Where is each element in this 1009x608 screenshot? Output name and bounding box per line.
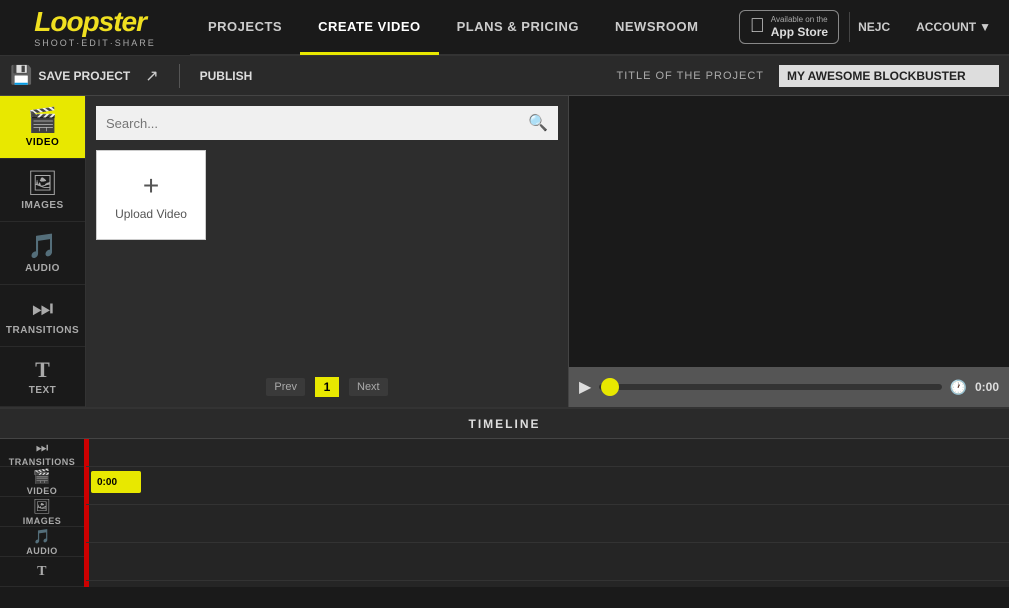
nav-item-projects[interactable]: PROJECTS [190,1,300,55]
content-body: 🎬 VIDEO 🖼 IMAGES 🎵 AUDIO ⏭ TRANSITIONS T… [0,96,1009,407]
logo: Loopster SHOOT·EDIT·SHARE [0,0,190,55]
search-icon: 🔍 [528,115,548,132]
nav-links: PROJECTS CREATE VIDEO PLANS & PRICING NE… [190,0,739,54]
timeline-body: ⏭ TRANSITIONS 🎬 VIDEO 🖼 IMAGES 🎵 AUDIO T [0,439,1009,587]
tl-track-images[interactable]: 🖼 IMAGES [0,497,84,527]
sidebar-item-transitions[interactable]: ⏭ TRANSITIONS [0,285,85,347]
playback-bar: ▶ 🕐 0:00 [569,367,1009,407]
tl-video-label: VIDEO [27,486,58,496]
images-track-row [86,505,1009,543]
progress-track[interactable] [599,384,941,390]
tl-transitions-label: TRANSITIONS [9,457,76,467]
toolbar-divider [179,64,180,88]
timeline-section: TIMELINE ⏭ TRANSITIONS 🎬 VIDEO 🖼 IMAGES … [0,407,1009,587]
text-icon: T [35,357,50,383]
video-icon: 🎬 [28,106,58,135]
save-label: SAVE PROJECT [38,69,130,83]
video-clip[interactable]: 0:00 [91,471,141,493]
sidebar-item-text[interactable]: T TEXT [0,347,85,407]
progress-handle[interactable] [601,378,619,396]
images-icon: 🖼 [27,169,57,198]
tl-track-text[interactable]: T [0,557,84,587]
images-label: IMAGES [21,200,63,211]
title-label: TITLE OF THE PROJECT [616,70,764,82]
search-bar: 🔍 [96,106,558,140]
content-panel: 🔍 + Upload Video Prev 1 Next [86,96,569,407]
save-icon: 💾 [10,65,32,86]
audio-track-row [86,543,1009,581]
transitions-label: TRANSITIONS [6,325,79,336]
account-button[interactable]: ACCOUNT ▼ [908,20,999,34]
logo-subtitle: SHOOT·EDIT·SHARE [34,38,156,48]
video-label: VIDEO [26,137,60,148]
upload-video-button[interactable]: + Upload Video [96,150,206,240]
pagination: Prev 1 Next [96,377,558,397]
sidebar-item-video[interactable]: 🎬 VIDEO [0,96,85,159]
next-page-button[interactable]: Next [349,378,388,396]
timeline-header: TIMELINE [0,409,1009,439]
available-label: Available on the [771,15,828,25]
timeline-sidebar: ⏭ TRANSITIONS 🎬 VIDEO 🖼 IMAGES 🎵 AUDIO T [0,439,86,587]
tl-track-audio[interactable]: 🎵 AUDIO [0,527,84,557]
sidebar-item-images[interactable]: 🖼 IMAGES [0,159,85,222]
time-icon: 🕐 [950,379,967,396]
video-track-row: 0:00 [86,467,1009,505]
tl-images-icon: 🖼 [33,498,51,515]
video-preview: ▶ 🕐 0:00 [569,96,1009,407]
tl-transitions-icon: ⏭ [36,439,49,456]
transitions-icon: ⏭ [32,295,54,323]
nav-item-newsroom[interactable]: NEWSROOM [597,1,716,55]
search-input[interactable] [96,109,518,138]
upload-label: Upload Video [115,207,187,221]
project-title-input[interactable] [779,65,999,87]
chevron-down-icon: ▼ [979,20,991,34]
timeline-tracks: 0:00 [86,439,1009,587]
clip-time: 0:00 [97,477,117,488]
nav-item-create-video[interactable]: CREATE VIDEO [300,1,439,55]
upload-area: + Upload Video [96,150,558,367]
audio-label: AUDIO [25,263,60,274]
plus-icon: + [143,170,159,202]
tl-text-label: T [37,564,47,580]
play-button[interactable]: ▶ [579,377,591,397]
left-sidebar: 🎬 VIDEO 🖼 IMAGES 🎵 AUDIO ⏭ TRANSITIONS T… [0,96,86,407]
timeline-title: TIMELINE [469,417,541,431]
tl-audio-icon: 🎵 [33,528,50,545]
export-icon[interactable]: ↗ [145,66,158,86]
app-store-button[interactable]:  Available on the App Store [739,10,839,44]
top-navigation: Loopster SHOOT·EDIT·SHARE PROJECTS CREAT… [0,0,1009,56]
tl-video-icon: 🎬 [33,468,50,485]
sidebar-item-audio[interactable]: 🎵 AUDIO [0,222,85,285]
tl-track-transitions[interactable]: ⏭ TRANSITIONS [0,439,84,467]
publish-label: PUBLISH [200,69,253,83]
toolbar: 💾 SAVE PROJECT ↗ PUBLISH TITLE OF THE PR… [0,56,1009,96]
transitions-track-row [86,439,1009,467]
nav-item-plans[interactable]: PLANS & PRICING [439,1,597,55]
tl-images-label: IMAGES [23,516,62,526]
save-project-button[interactable]: 💾 SAVE PROJECT [10,65,130,86]
logo-text: Loopster [34,6,156,38]
time-display: 0:00 [975,380,999,394]
store-name-label: App Store [771,25,828,39]
prev-page-button[interactable]: Prev [266,378,305,396]
preview-screen [569,96,1009,367]
nav-right:  Available on the App Store NEJC ACCOUN… [739,10,1009,44]
user-button[interactable]: NEJC [849,12,898,42]
publish-button[interactable]: PUBLISH [200,69,253,83]
apple-icon:  [750,15,765,38]
text-label: TEXT [29,385,57,396]
tl-audio-label: AUDIO [26,546,58,556]
search-button[interactable]: 🔍 [518,106,558,140]
tl-track-video[interactable]: 🎬 VIDEO [0,467,84,497]
audio-icon: 🎵 [28,232,58,261]
current-page: 1 [315,377,339,397]
